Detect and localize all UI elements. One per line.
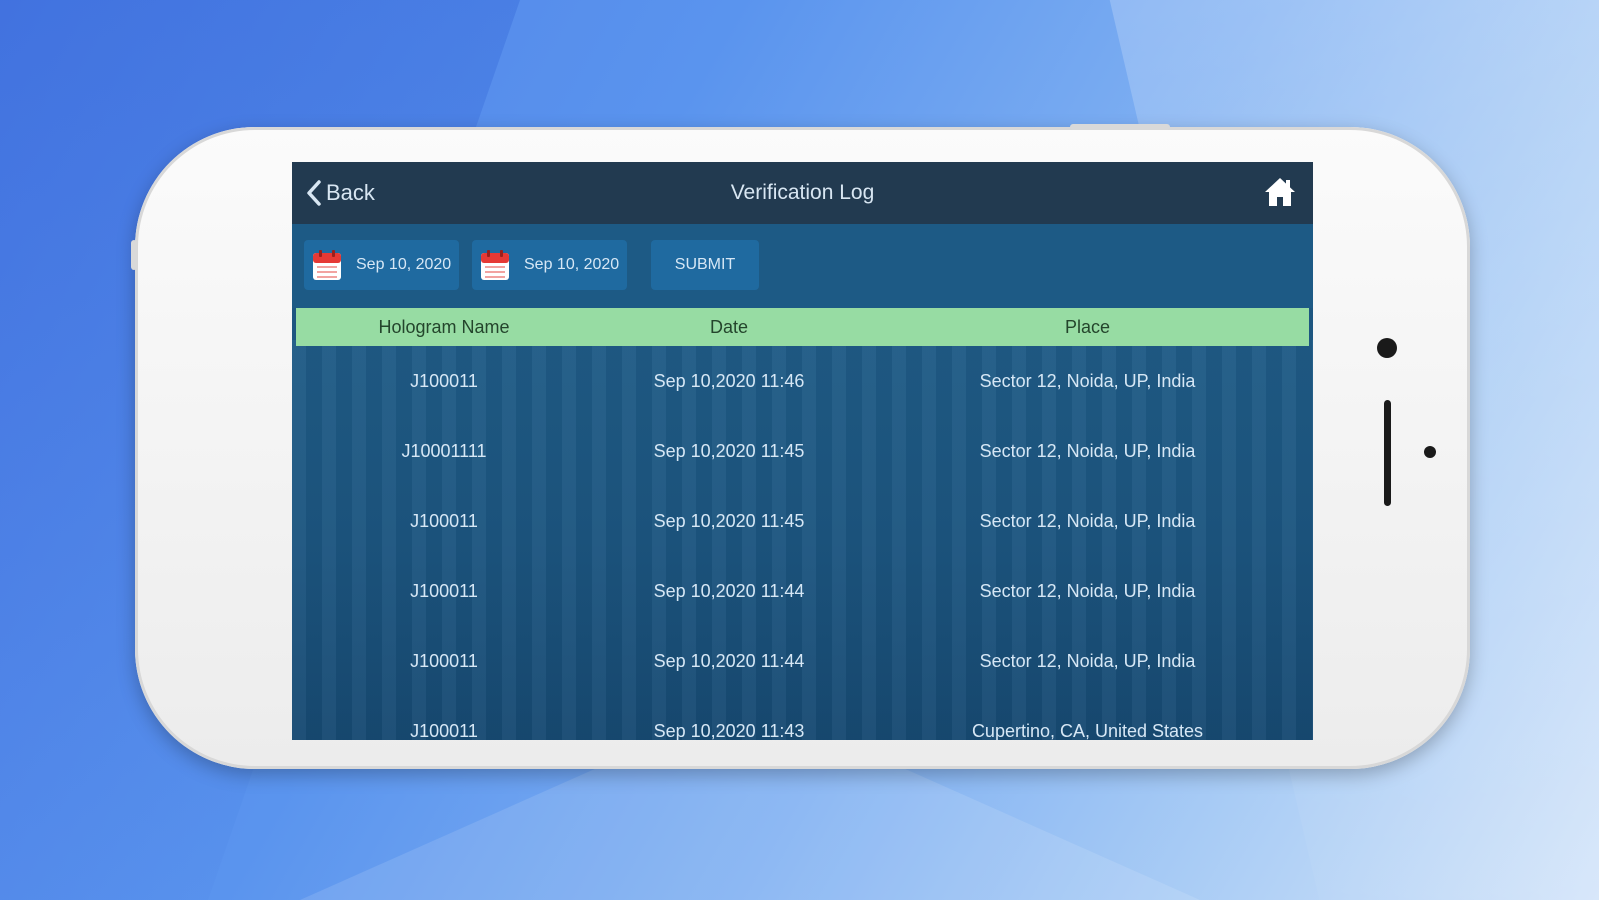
submit-button[interactable]: SUBMIT xyxy=(651,240,759,290)
table-row[interactable]: J100011 Sep 10,2020 11:45 Sector 12, Noi… xyxy=(296,486,1309,556)
table-header: Hologram Name Date Place xyxy=(296,308,1309,346)
phone-side-button xyxy=(1070,124,1170,130)
cell-date: Sep 10,2020 11:44 xyxy=(653,651,805,671)
from-date-value: Sep 10, 2020 xyxy=(356,256,452,273)
to-date-value: Sep 10, 2020 xyxy=(524,256,620,273)
column-header-date: Date xyxy=(709,317,749,337)
home-icon xyxy=(1265,178,1295,206)
cell-place: Cupertino, CA, United States xyxy=(971,721,1204,740)
cell-hologram-name: J10001111 xyxy=(401,441,487,461)
column-header-place: Place xyxy=(1064,317,1111,337)
table-row[interactable]: J100011 Sep 10,2020 11:43 Cupertino, CA,… xyxy=(296,696,1309,740)
cell-place: Sector 12, Noida, UP, India xyxy=(979,511,1196,531)
table-row[interactable]: J10001111 Sep 10,2020 11:45 Sector 12, N… xyxy=(296,416,1309,486)
cell-hologram-name: J100011 xyxy=(410,721,478,740)
navigation-bar: Back Verification Log xyxy=(292,162,1313,224)
cell-hologram-name: J100011 xyxy=(410,371,478,391)
phone-camera xyxy=(1377,338,1397,358)
cell-hologram-name: J100011 xyxy=(410,651,478,671)
calendar-icon xyxy=(313,250,341,280)
cell-place: Sector 12, Noida, UP, India xyxy=(979,441,1196,461)
table-row[interactable]: J100011 Sep 10,2020 11:44 Sector 12, Noi… xyxy=(296,556,1309,626)
cell-place: Sector 12, Noida, UP, India xyxy=(979,371,1196,391)
filter-bar: Sep 10, 2020 Sep 10, 2020 SUBMIT xyxy=(292,224,1313,308)
cell-hologram-name: J100011 xyxy=(410,511,478,531)
from-date-picker[interactable]: Sep 10, 2020 xyxy=(304,240,459,290)
calendar-icon xyxy=(481,250,509,280)
cell-date: Sep 10,2020 11:44 xyxy=(653,581,805,601)
phone-sensor xyxy=(1424,446,1436,458)
home-button[interactable] xyxy=(1263,175,1297,209)
page-title: Verification Log xyxy=(730,181,875,204)
to-date-picker[interactable]: Sep 10, 2020 xyxy=(472,240,627,290)
table-row[interactable]: J100011 Sep 10,2020 11:44 Sector 12, Noi… xyxy=(296,626,1309,696)
cell-date: Sep 10,2020 11:46 xyxy=(653,371,805,391)
app-screen: Back Verification Log Sep 10, 2020 Sep 1… xyxy=(292,162,1313,740)
table-row[interactable]: J100011 Sep 10,2020 11:46 Sector 12, Noi… xyxy=(296,346,1309,416)
cell-date: Sep 10,2020 11:45 xyxy=(653,511,805,531)
cell-place: Sector 12, Noida, UP, India xyxy=(979,581,1196,601)
column-header-hologram-name: Hologram Name xyxy=(378,317,510,337)
cell-place: Sector 12, Noida, UP, India xyxy=(979,651,1196,671)
cell-hologram-name: J100011 xyxy=(410,581,478,601)
cell-date: Sep 10,2020 11:45 xyxy=(653,441,805,461)
phone-side-button xyxy=(131,240,137,270)
phone-speaker xyxy=(1384,400,1391,506)
cell-date: Sep 10,2020 11:43 xyxy=(653,721,805,740)
